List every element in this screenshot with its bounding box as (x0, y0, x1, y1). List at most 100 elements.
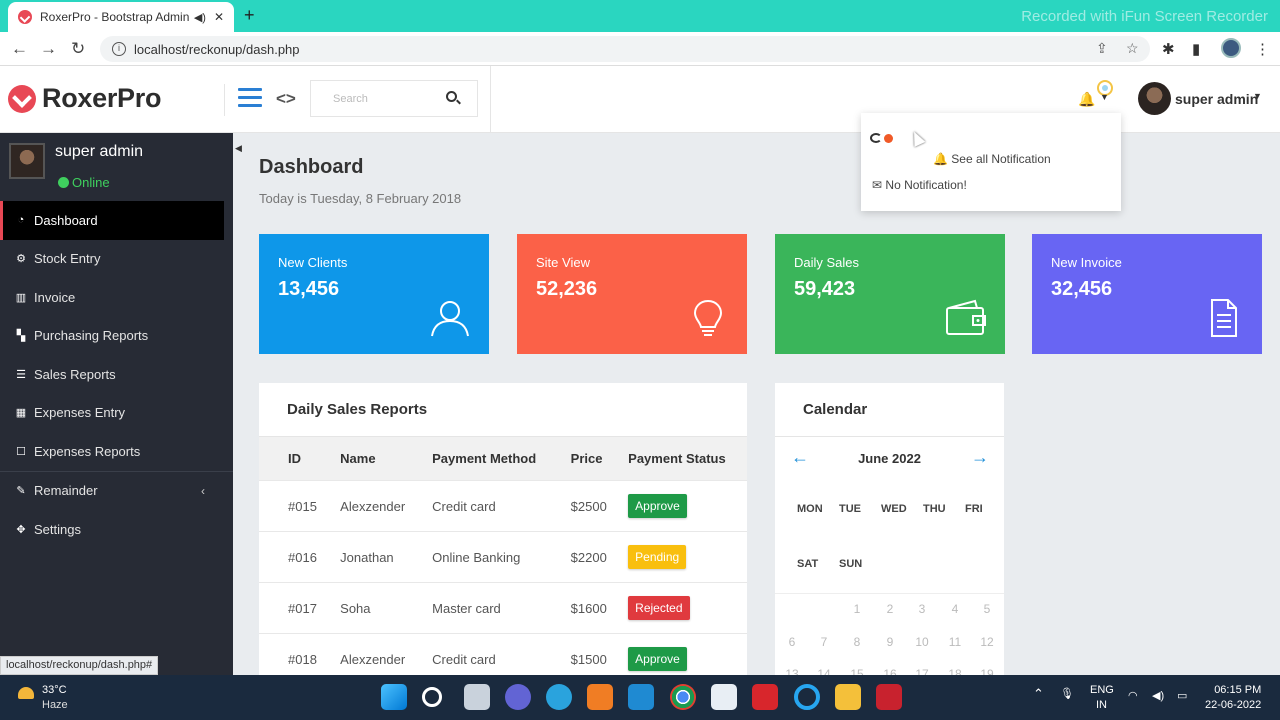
sidebar-item-label: Settings (34, 521, 81, 537)
recorder-icon[interactable] (876, 684, 902, 710)
prev-month-icon[interactable]: ← (791, 447, 809, 468)
stat-card-new-clients[interactable]: New Clients 13,456 (259, 234, 489, 354)
sidebar-collapse-icon[interactable]: ◀ (235, 143, 242, 154)
weather-desc[interactable]: Haze (42, 699, 68, 711)
sidebar-item-stock-entry[interactable]: ⚙ Stock Entry (0, 240, 233, 279)
code-icon[interactable]: <> (276, 89, 296, 109)
sidebar-item-sales-reports[interactable]: ☰ Sales Reports (0, 355, 233, 394)
calendar-day[interactable]: 2 (878, 602, 902, 616)
sidebar-item-invoice[interactable]: ▥ Invoice (0, 278, 233, 317)
chevron-down-icon[interactable]: ▼ (1100, 92, 1109, 102)
stat-card-site-view[interactable]: Site View 52,236 (517, 234, 747, 354)
calendar-day[interactable]: 6 (780, 635, 804, 649)
site-info-icon[interactable]: i (112, 42, 126, 56)
chrome-icon[interactable] (670, 684, 696, 710)
back-icon[interactable]: ← (11, 39, 28, 59)
microphone-icon[interactable]: 🎙 (1060, 687, 1074, 700)
header-user-name[interactable]: super admin (1175, 91, 1258, 107)
calendar-day[interactable]: 3 (910, 602, 934, 616)
calendar-day[interactable]: 1 (845, 602, 869, 616)
calendar-day[interactable]: 14 (812, 667, 836, 675)
user-caret-icon[interactable]: ▼ (1253, 91, 1262, 101)
calendar-day[interactable]: 11 (943, 635, 967, 649)
battery-icon[interactable]: ▭ (1177, 689, 1187, 702)
page-title: Dashboard (259, 156, 364, 178)
calendar-day[interactable]: 9 (878, 635, 902, 649)
sidebar-item-purchasing-reports[interactable]: ▚ Purchasing Reports (0, 317, 233, 356)
browser-menu-icon[interactable]: ⋮ (1255, 40, 1270, 58)
sidebar-item-label: Expenses Reports (34, 443, 141, 459)
weather-icon[interactable] (18, 687, 34, 699)
calendar-day[interactable]: 4 (943, 602, 967, 616)
browser-tab[interactable]: RoxerPro - Bootstrap Admin ◀) ✕ (8, 2, 234, 32)
language-eng[interactable]: ENG (1090, 684, 1114, 696)
sidebar-item-expenses-entry[interactable]: ▦ Expenses Entry (0, 394, 233, 433)
file-explorer-icon[interactable] (835, 684, 861, 710)
calendar-day[interactable]: 15 (845, 667, 869, 675)
url-field[interactable]: i localhost/reckonup/dash.php ⇪ ☆ (100, 36, 1150, 62)
browser-profile-avatar[interactable] (1221, 38, 1241, 58)
wifi-icon[interactable]: ◠ (1128, 689, 1138, 702)
calendar-day[interactable]: 16 (878, 667, 902, 675)
status-badge[interactable]: Rejected (628, 596, 690, 620)
mcafee-icon[interactable] (752, 684, 778, 710)
sidebar-item-remainder[interactable]: ✎ Remainder ‹ (0, 472, 233, 511)
calendar-day[interactable]: 19 (975, 667, 999, 675)
calendar-day[interactable]: 18 (943, 667, 967, 675)
next-month-icon[interactable]: → (971, 447, 989, 468)
stat-card-daily-sales[interactable]: Daily Sales 59,423 (775, 234, 1005, 354)
system-clock[interactable]: 06:15 PM 22-06-2022 (1205, 683, 1261, 713)
weekday-label: THU (923, 503, 946, 515)
weather-temp[interactable]: 33°C (42, 684, 67, 696)
logo-heart-icon (8, 84, 36, 113)
calendar-day[interactable]: 10 (910, 635, 934, 649)
bookmark-star-icon[interactable]: ☆ (1126, 40, 1139, 57)
calendar-day[interactable]: 13 (780, 667, 804, 675)
calendar-day[interactable]: 12 (975, 635, 999, 649)
reload-icon[interactable]: ↻ (71, 39, 85, 59)
see-all-notifications-link[interactable]: 🔔 See all Notification (933, 152, 1051, 166)
vscode-icon[interactable] (628, 684, 654, 710)
sidebar-item-expenses-reports[interactable]: ☐ Expenses Reports (0, 432, 233, 471)
task-view-icon[interactable] (464, 684, 490, 710)
calendar-day[interactable]: 5 (975, 602, 999, 616)
calendar-day[interactable]: 17 (910, 667, 934, 675)
sidebar-item-dashboard[interactable]: ◔ Dashboard (0, 201, 224, 240)
extensions-icon[interactable]: ✱ (1162, 40, 1175, 58)
language-in[interactable]: IN (1096, 699, 1107, 711)
status-badge[interactable]: Approve (628, 494, 687, 518)
user-icon (431, 301, 469, 337)
cell-price: $1600 (570, 600, 607, 616)
stat-card-new-invoice[interactable]: New Invoice 32,456 (1032, 234, 1262, 354)
search-input[interactable]: Search (333, 93, 368, 105)
new-tab-button[interactable]: + (244, 5, 255, 26)
search-taskbar-icon[interactable] (422, 687, 442, 707)
cortana-icon[interactable] (794, 684, 820, 710)
volume-icon[interactable]: ◀) (1152, 689, 1164, 702)
cell-id: #015 (288, 498, 317, 514)
sidepanel-icon[interactable]: ▮ (1192, 40, 1200, 58)
meet-icon[interactable] (505, 684, 531, 710)
calendar-month-header: ← June 2022 → (775, 436, 1004, 480)
status-badge[interactable]: Pending (628, 545, 687, 569)
telegram-icon[interactable] (546, 684, 572, 710)
forward-icon[interactable]: → (40, 39, 57, 59)
store-icon[interactable] (711, 684, 737, 710)
start-icon[interactable] (381, 684, 407, 710)
bell-icon[interactable]: 🔔 (1078, 91, 1095, 108)
no-notification-item[interactable]: ✉ No Notification! (872, 178, 967, 192)
status-badge[interactable]: Approve (628, 647, 687, 672)
brand-logo[interactable]: RoxerPro (8, 83, 161, 114)
speaker-icon[interactable]: ◀) (194, 11, 206, 24)
avatar[interactable] (1138, 82, 1171, 115)
tray-chevron-icon[interactable]: ⌃ (1033, 686, 1044, 702)
calendar-day[interactable]: 7 (812, 635, 836, 649)
search-icon[interactable] (446, 91, 457, 102)
search-box[interactable]: Search (310, 80, 478, 117)
xampp-icon[interactable] (587, 684, 613, 710)
tab-close-button[interactable]: ✕ (214, 10, 224, 24)
menu-toggle-icon[interactable] (238, 88, 262, 108)
sidebar-item-settings[interactable]: ✥ Settings (0, 510, 233, 549)
share-icon[interactable]: ⇪ (1096, 40, 1108, 57)
calendar-day[interactable]: 8 (845, 635, 869, 649)
